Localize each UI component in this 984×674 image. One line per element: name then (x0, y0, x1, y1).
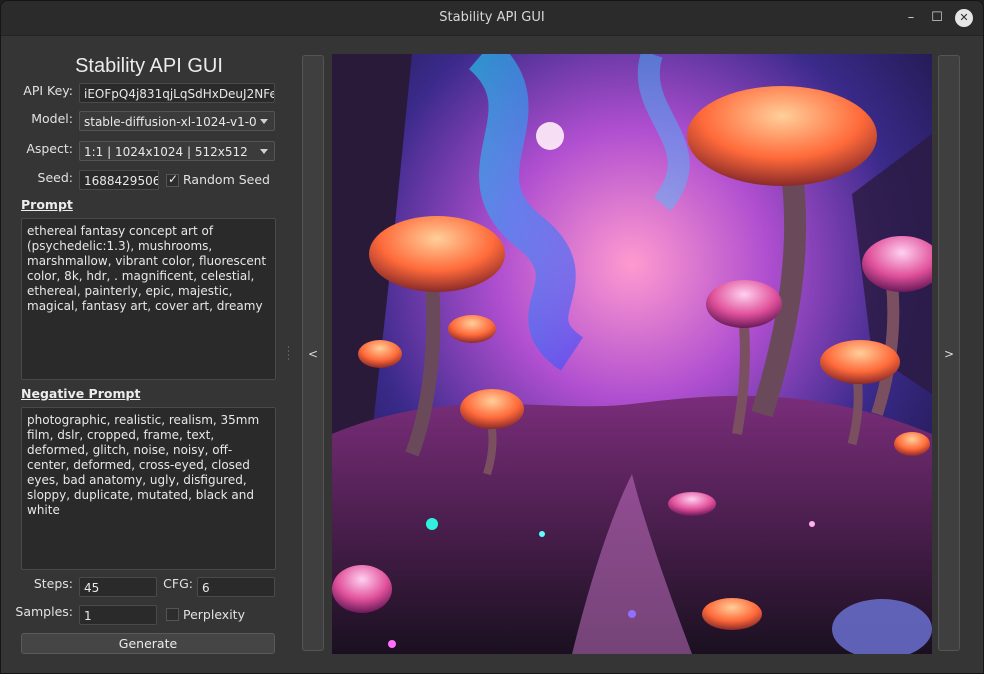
negative-prompt-textarea[interactable]: photographic, realistic, realism, 35mm f… (21, 407, 276, 570)
perplexity-checkbox[interactable] (166, 608, 179, 621)
aspect-label: Aspect: (26, 141, 73, 156)
aspect-select-value: 1:1 | 1024x1024 | 512x512 (84, 145, 248, 159)
model-label: Model: (31, 111, 73, 126)
cfg-label: CFG: (163, 576, 193, 591)
checkmark-icon: ✓ (168, 172, 179, 186)
previous-image-button[interactable]: < (302, 55, 324, 651)
chevron-down-icon (260, 149, 268, 154)
window-title: Stability API GUI (439, 10, 545, 25)
samples-label: Samples: (15, 604, 73, 619)
samples-input[interactable]: 1 (79, 605, 157, 625)
generated-image (332, 54, 932, 654)
close-button[interactable]: ✕ (955, 9, 973, 27)
app-heading: Stability API GUI (75, 55, 223, 77)
minimize-button[interactable]: – (902, 9, 920, 27)
prompt-title: Prompt (21, 197, 73, 212)
seed-input[interactable]: 1688429506 (79, 170, 159, 190)
negative-prompt-title: Negative Prompt (21, 386, 141, 401)
next-image-button[interactable]: > (938, 55, 960, 651)
random-seed-label: Random Seed (183, 172, 270, 187)
model-select[interactable]: stable-diffusion-xl-1024-v1-0 (79, 111, 275, 131)
settings-panel: Stability API GUI API Key: iEOFpQ4j831qj… (13, 41, 285, 661)
title-bar[interactable]: Stability API GUI – ☐ ✕ (1, 1, 983, 36)
chevron-down-icon (260, 119, 268, 124)
api-key-label: API Key: (23, 83, 73, 98)
random-seed-checkbox[interactable]: ✓ (166, 172, 179, 187)
app-window: Stability API GUI – ☐ ✕ Stability API GU… (0, 0, 984, 674)
perplexity-label: Perplexity (183, 607, 245, 622)
model-select-value: stable-diffusion-xl-1024-v1-0 (84, 115, 257, 129)
previous-arrow-icon: < (307, 347, 319, 361)
aspect-select[interactable]: 1:1 | 1024x1024 | 512x512 (79, 141, 275, 161)
generate-button[interactable]: Generate (21, 633, 275, 654)
seed-label: Seed: (37, 170, 73, 185)
next-arrow-icon: > (943, 347, 955, 361)
api-key-input[interactable]: iEOFpQ4j831qjLqSdHxDeuJ2NFe (79, 83, 275, 103)
cfg-input[interactable]: 6 (197, 577, 275, 597)
steps-label: Steps: (33, 576, 73, 591)
mushroom-landscape-image (332, 54, 932, 654)
prompt-textarea[interactable]: ethereal fantasy concept art of (psyched… (21, 218, 276, 380)
steps-input[interactable]: 45 (79, 577, 157, 597)
drag-handle-icon[interactable]: · · · · (287, 344, 290, 365)
maximize-button[interactable]: ☐ (928, 9, 946, 27)
